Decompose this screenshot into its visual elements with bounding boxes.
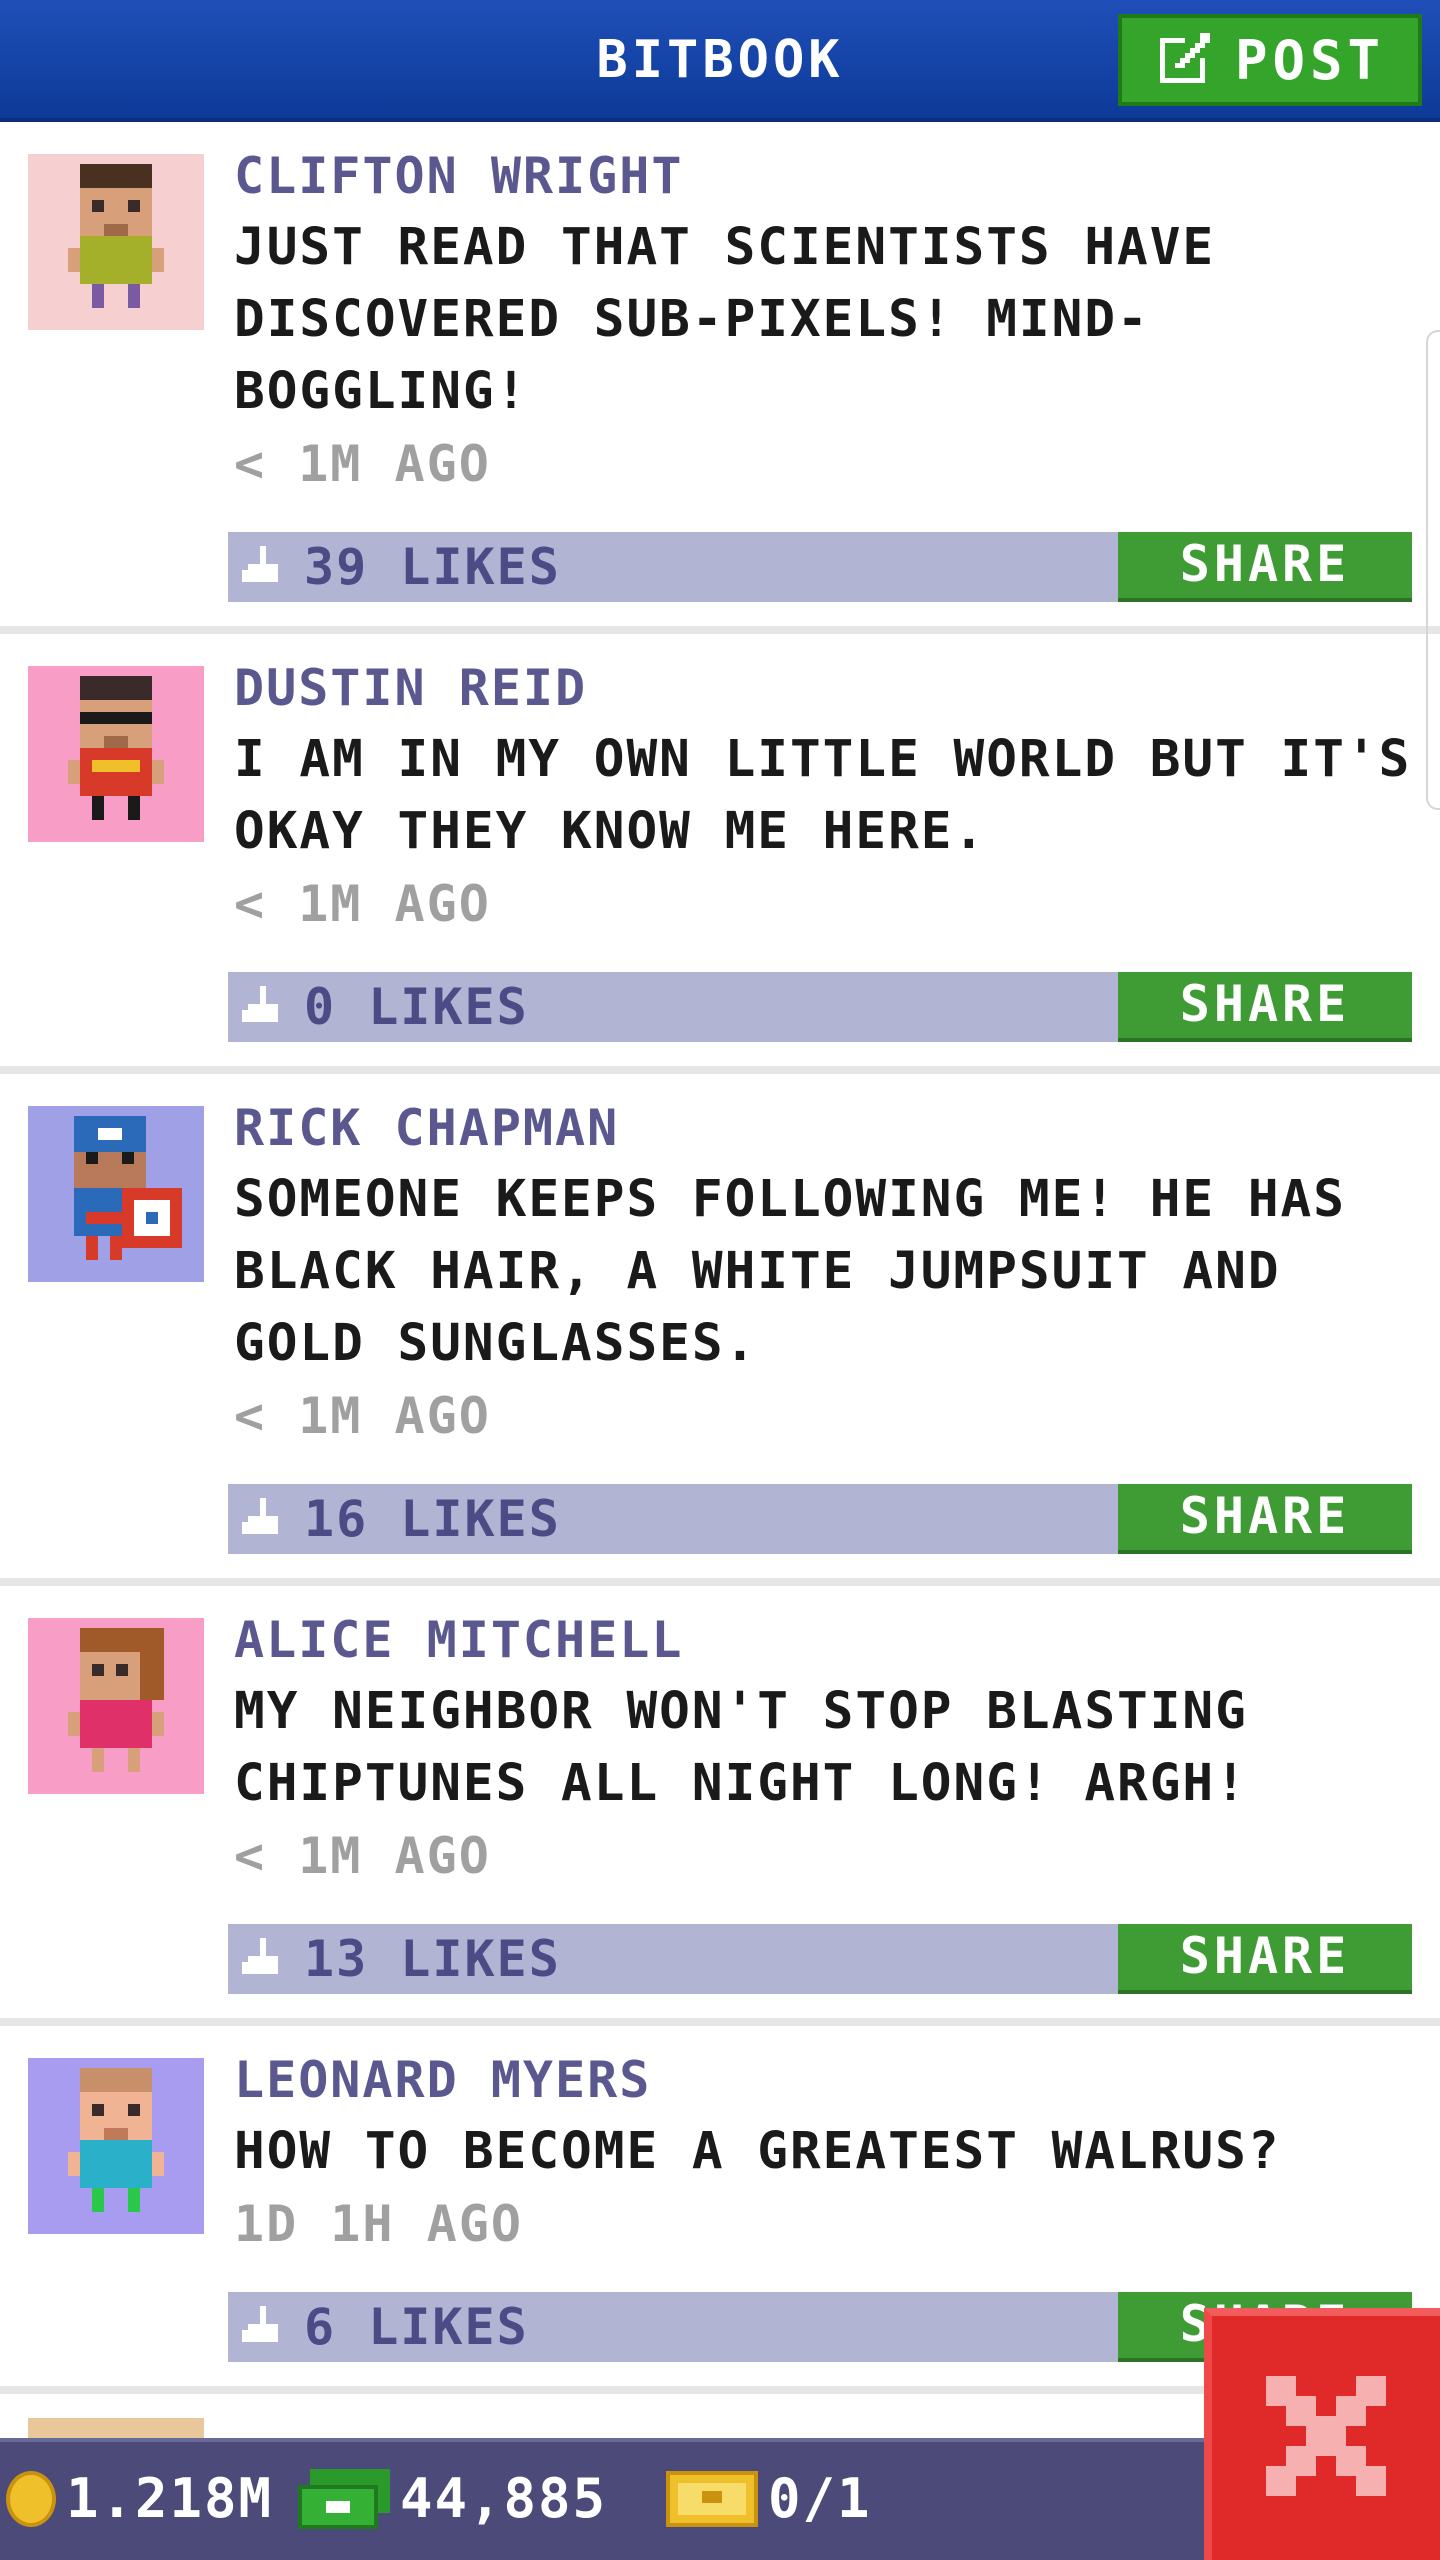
close-button[interactable] [1204, 2308, 1440, 2560]
share-button[interactable]: SHARE [1118, 1924, 1412, 1994]
post-timestamp: < 1M AGO [234, 435, 491, 493]
share-button[interactable]: SHARE [1118, 532, 1412, 602]
post-message: HOW TO BECOME A GREATEST WALRUS? [234, 2122, 1281, 2181]
thumbs-up-icon [242, 1498, 284, 1540]
likes-count: 16 LIKES [304, 1490, 561, 1548]
likes-bar[interactable]: 13 LIKES SHARE [228, 1924, 1412, 1994]
app-header: BITBOOK POST [0, 0, 1440, 122]
post-timestamp: < 1M AGO [234, 1387, 491, 1445]
avatar[interactable] [28, 1618, 204, 1794]
bux-icon [298, 2469, 390, 2529]
post-timestamp: < 1M AGO [234, 1827, 491, 1885]
thumbs-up-icon [242, 546, 284, 588]
close-icon [1256, 2366, 1396, 2510]
post-author[interactable]: RICK CHAPMAN [234, 1098, 619, 1158]
divider [0, 1066, 1440, 1074]
post-message: MY NEIGHBOR WON'T STOP BLASTING CHIPTUNE… [234, 1682, 1248, 1813]
coins-value: 1.218M [66, 2467, 274, 2530]
post-timestamp: 1D 1H AGO [234, 2195, 523, 2253]
divider [0, 1578, 1440, 1586]
post-message: JUST READ THAT SCIENTISTS HAVE DISCOVERE… [234, 218, 1216, 421]
post-message: SOMEONE KEEPS FOLLOWING ME! HE HAS BLACK… [234, 1170, 1346, 1373]
post-message: I AM IN MY OWN LITTLE WORLD BUT IT'S OKA… [234, 730, 1412, 861]
avatar[interactable] [28, 1106, 204, 1282]
likes-bar[interactable]: 16 LIKES SHARE [228, 1484, 1412, 1554]
post-author[interactable]: DUSTIN REID [234, 658, 587, 718]
avatar[interactable] [28, 154, 204, 330]
coins-stat: 1.218M [6, 2464, 273, 2534]
likes-bar[interactable]: 0 LIKES SHARE [228, 972, 1412, 1042]
vip-ticket-icon [666, 2471, 758, 2527]
likes-count: 0 LIKES [304, 978, 529, 1036]
scrollbar[interactable] [1426, 330, 1440, 810]
divider [0, 626, 1440, 634]
edit-icon [1155, 28, 1215, 92]
likes-count: 13 LIKES [304, 1930, 561, 1988]
vip-value: 0/1 [768, 2467, 872, 2530]
divider [0, 2018, 1440, 2026]
likes-count: 6 LIKES [304, 2298, 529, 2356]
thumbs-up-icon [242, 986, 284, 1028]
coin-icon [6, 2471, 56, 2527]
post-button-label: POST [1234, 28, 1386, 92]
thumbs-up-icon [242, 2306, 284, 2348]
vip-stat: 0/1 [666, 2464, 872, 2534]
share-button[interactable]: SHARE [1118, 972, 1412, 1042]
likes-count: 39 LIKES [304, 538, 561, 596]
likes-bar[interactable]: 39 LIKES SHARE [228, 532, 1412, 602]
share-button[interactable]: SHARE [1118, 1484, 1412, 1554]
avatar[interactable] [28, 2058, 204, 2234]
avatar[interactable] [28, 666, 204, 842]
post-author[interactable]: LEONARD MYERS [234, 2050, 651, 2110]
thumbs-up-icon [242, 1938, 284, 1980]
post-author[interactable]: ALICE MITCHELL [234, 1610, 683, 1670]
post-timestamp: < 1M AGO [234, 875, 491, 933]
bux-stat: 44,885 [298, 2464, 607, 2534]
post-author[interactable]: CLIFTON WRIGHT [234, 146, 683, 206]
bux-value: 44,885 [400, 2467, 608, 2530]
post-button[interactable]: POST [1118, 14, 1422, 106]
